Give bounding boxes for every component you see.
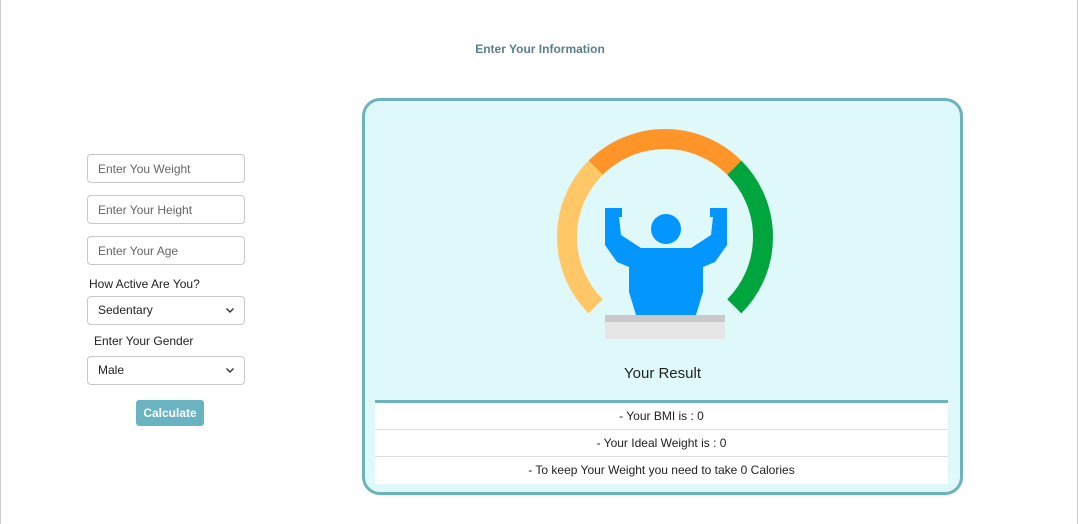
age-input[interactable] bbox=[87, 236, 245, 265]
result-row-bmi: - Your BMI is : 0 bbox=[375, 403, 948, 430]
activity-label: How Active Are You? bbox=[89, 277, 200, 291]
result-card: Your Result - Your BMI is : 0 - Your Ide… bbox=[362, 98, 963, 495]
gauge-yellow-arc bbox=[557, 160, 603, 314]
bmi-gauge-icon bbox=[557, 129, 773, 339]
strong-man-icon bbox=[605, 208, 727, 315]
result-row-ideal-weight: - Your Ideal Weight is : 0 bbox=[375, 430, 948, 457]
pedestal bbox=[605, 315, 725, 322]
chevron-down-icon bbox=[226, 368, 234, 373]
gender-select-value: Male bbox=[98, 363, 125, 377]
gender-select[interactable]: Male bbox=[87, 356, 245, 385]
gender-label: Enter Your Gender bbox=[94, 334, 194, 348]
info-form: How Active Are You? Sedentary Enter Your… bbox=[87, 154, 245, 426]
activity-select[interactable]: Sedentary bbox=[87, 296, 245, 325]
calculate-button[interactable]: Calculate bbox=[136, 400, 204, 426]
activity-select-value: Sedentary bbox=[98, 303, 153, 317]
chevron-down-icon bbox=[226, 308, 234, 313]
gauge-green-arc bbox=[727, 160, 773, 314]
weight-input[interactable] bbox=[87, 154, 245, 183]
result-title: Your Result bbox=[624, 365, 701, 382]
result-table: - Your BMI is : 0 - Your Ideal Weight is… bbox=[375, 400, 948, 484]
result-row-calories: - To keep Your Weight you need to take 0… bbox=[528, 463, 795, 477]
height-input[interactable] bbox=[87, 195, 245, 224]
page-title: Enter Your Information bbox=[475, 42, 605, 56]
gauge-orange-arc bbox=[588, 129, 742, 175]
